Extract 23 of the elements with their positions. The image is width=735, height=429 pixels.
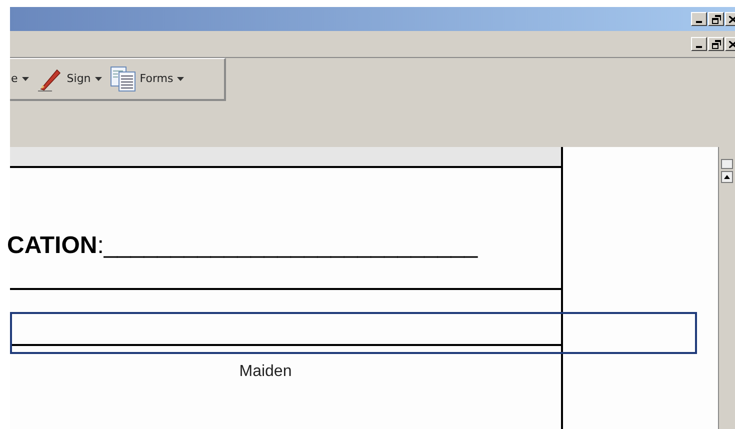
up-arrow-icon xyxy=(724,175,730,179)
minimize-button[interactable] xyxy=(691,12,707,26)
toolbar-button[interactable]: Forms xyxy=(108,64,186,94)
caret-icon xyxy=(22,77,29,81)
field-caption: Maiden xyxy=(239,362,292,382)
restore-icon xyxy=(712,14,720,24)
close-icon xyxy=(729,16,735,22)
section-heading: CATION:____________________________ xyxy=(7,231,478,261)
restore-icon xyxy=(712,40,720,48)
minimize-button[interactable] xyxy=(691,37,707,51)
caret-icon xyxy=(177,77,184,81)
minimize-icon xyxy=(696,21,702,23)
scroll-button[interactable] xyxy=(721,159,733,169)
scroll-up-button[interactable] xyxy=(721,171,733,183)
toolbar-button[interactable]: Sign xyxy=(36,64,103,94)
restore-button[interactable] xyxy=(708,37,724,51)
restore-button[interactable] xyxy=(708,12,724,26)
text-field[interactable] xyxy=(10,312,697,354)
document-icon xyxy=(110,66,136,92)
close-icon xyxy=(729,40,735,48)
toolbar-button[interactable]: e xyxy=(10,64,30,94)
caret-icon xyxy=(94,77,102,81)
minimize-icon xyxy=(696,46,702,48)
